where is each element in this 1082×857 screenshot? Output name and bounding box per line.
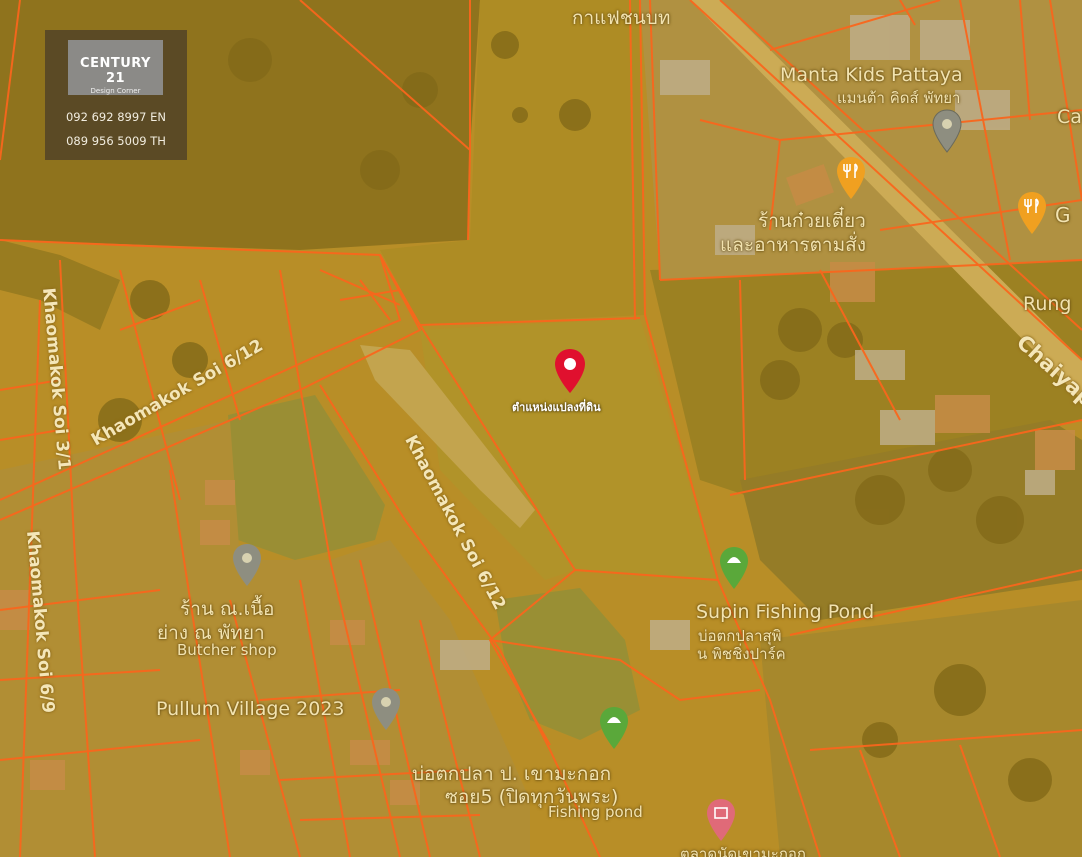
shopping-pin-icon[interactable] — [705, 797, 737, 843]
place-label-pullum: Pullum Village 2023 — [156, 698, 345, 720]
agency-branding: CENTURY 21 Design Corner 092 692 8997 EN… — [45, 30, 187, 160]
place-label-butcher-en: Butcher shop — [177, 641, 277, 659]
grey-place-pin-icon[interactable] — [931, 108, 963, 154]
brand-subtitle: Design Corner — [90, 87, 141, 95]
phone-en: 092 692 8997 EN — [65, 110, 166, 124]
grey-place-pin-icon[interactable] — [370, 686, 402, 732]
place-label-manta-en: Manta Kids Pattaya — [780, 64, 963, 86]
place-label-kafae: กาแฟชนบท — [572, 7, 671, 29]
parcel-caption: ตำแหน่งแปลงที่ดิน — [512, 401, 601, 414]
phone-th: 089 956 5009 TH — [66, 134, 166, 148]
place-label-rung: Rung — [1023, 293, 1072, 315]
place-label-manta-th: แมนต้า คิดส์ พัทยา — [837, 89, 961, 107]
parcel-location-marker-icon[interactable] — [553, 347, 587, 395]
place-label-supin-th2: น พิชชิ่งปาร์ค — [697, 645, 786, 663]
place-label-noodle-2: และอาหารตามสั่ง — [720, 234, 866, 256]
place-label-g: G — [1055, 203, 1071, 227]
brand-name: CENTURY 21 — [80, 56, 151, 86]
restaurant-pin-icon[interactable] — [1016, 190, 1048, 236]
park-pin-icon[interactable] — [598, 705, 630, 751]
century21-logo: CENTURY 21 Design Corner — [68, 40, 163, 95]
park-pin-icon[interactable] — [718, 545, 750, 591]
restaurant-pin-icon[interactable] — [835, 155, 867, 201]
grey-place-pin-icon[interactable] — [231, 542, 263, 588]
place-label-ca: Ca — [1057, 106, 1082, 128]
place-label-pond-en: Fishing pond — [548, 803, 643, 821]
map-view[interactable]: CENTURY 21 Design Corner 092 692 8997 EN… — [0, 0, 1082, 857]
place-label-bottom: ตลาดนัดเขามะกอก — [680, 845, 807, 857]
place-label-supin-en: Supin Fishing Pond — [696, 601, 875, 623]
